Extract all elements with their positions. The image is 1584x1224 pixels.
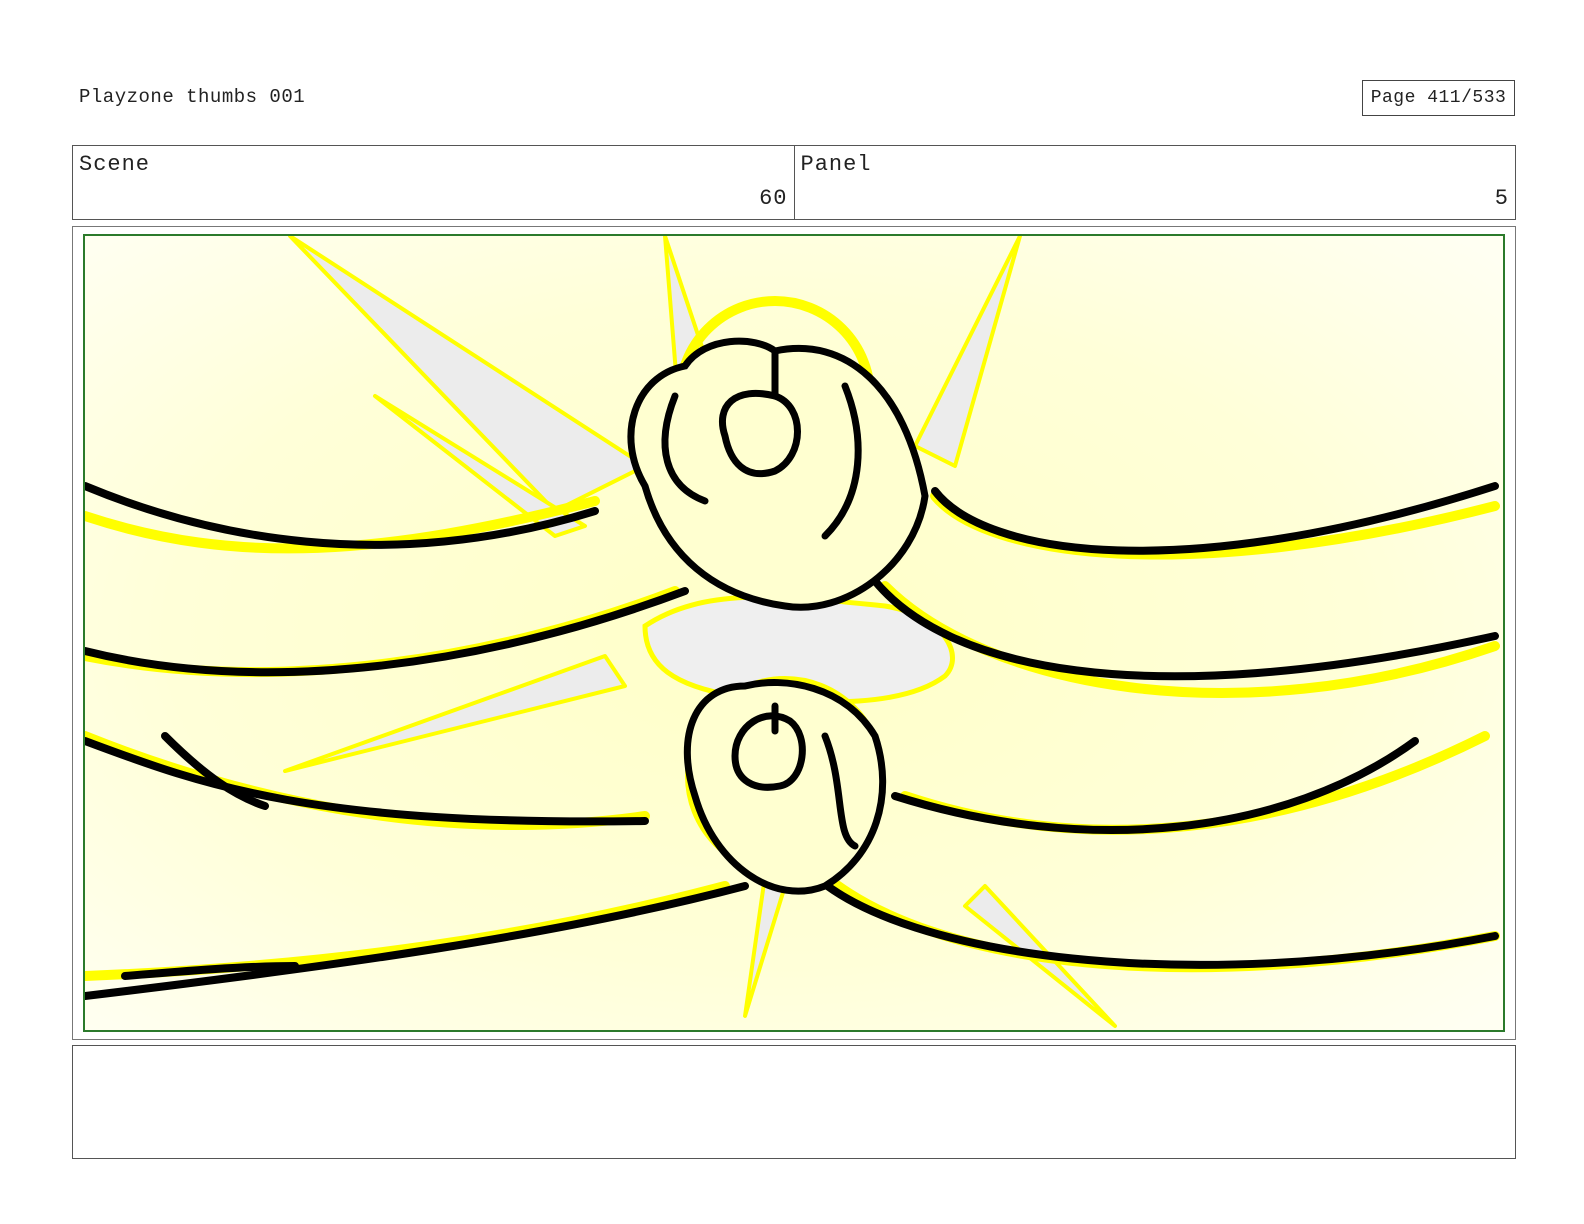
panel-image-area: [83, 234, 1505, 1032]
document-title: Playzone thumbs 001: [79, 86, 306, 108]
panel-label: Panel: [800, 152, 872, 177]
storyboard-sketch-clasped-hands: [85, 236, 1503, 1030]
scene-panel-info-row: Scene 60 Panel 5: [72, 145, 1516, 220]
scene-label: Scene: [79, 152, 151, 177]
notes-box: [72, 1045, 1516, 1159]
scene-number: 60: [759, 186, 788, 211]
panel-number: 5: [1494, 186, 1509, 211]
scene-cell: Scene 60: [73, 146, 794, 219]
panel-frame: [72, 226, 1516, 1040]
panel-cell: Panel 5: [793, 146, 1516, 219]
page-indicator: Page 411/533: [1362, 80, 1515, 116]
